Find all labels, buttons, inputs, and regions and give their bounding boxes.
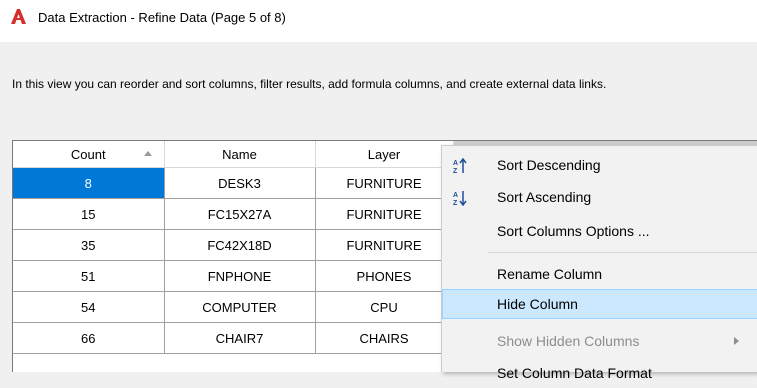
cell-name[interactable]: COMPUTER	[164, 291, 316, 323]
sort-ascending-icon: A Z	[453, 191, 467, 206]
table-row[interactable]: 8 DESK3 FURNITURE	[13, 167, 454, 199]
svg-text:Z: Z	[453, 200, 458, 206]
menu-item-sort-descending[interactable]: A Z Sort Descending	[442, 150, 757, 180]
menu-item-set-column-data-format[interactable]: Set Column Data Format	[442, 358, 757, 388]
table-row[interactable]: 54 COMPUTER CPU	[13, 291, 454, 323]
sort-ascending-indicator-icon	[143, 151, 152, 156]
cell-layer[interactable]: CHAIRS	[315, 322, 454, 354]
window-title: Data Extraction - Refine Data (Page 5 of…	[38, 10, 286, 25]
column-context-menu: A Z Sort Descending A Z Sort Ascending S…	[441, 145, 757, 381]
menu-item-show-hidden-columns: Show Hidden Columns	[442, 326, 757, 356]
svg-text:Z: Z	[453, 168, 458, 174]
column-header-layer[interactable]: Layer	[315, 141, 454, 168]
menu-item-hide-column[interactable]: Hide Column	[442, 289, 757, 319]
menu-separator	[488, 252, 757, 253]
column-header-name[interactable]: Name	[164, 141, 316, 168]
cell-count[interactable]: 15	[13, 198, 165, 230]
cell-count[interactable]: 8	[13, 167, 165, 199]
cell-layer[interactable]: FURNITURE	[315, 229, 454, 261]
menu-item-rename-column[interactable]: Rename Column	[442, 259, 757, 289]
menu-item-sort-ascending[interactable]: A Z Sort Ascending	[442, 182, 757, 212]
table-row[interactable]: 51 FNPHONE PHONES	[13, 260, 454, 292]
table-row[interactable]: 35 FC42X18D FURNITURE	[13, 229, 454, 261]
svg-text:A: A	[453, 192, 458, 199]
cell-layer[interactable]: FURNITURE	[315, 198, 454, 230]
data-table: Count Name Layer 8 DESK3 FURNITURE 15 FC…	[13, 141, 454, 354]
sort-descending-icon: A Z	[453, 158, 467, 174]
cell-count[interactable]: 54	[13, 291, 165, 323]
cell-name[interactable]: FC42X18D	[164, 229, 316, 261]
cell-layer[interactable]: CPU	[315, 291, 454, 323]
cell-layer[interactable]: PHONES	[315, 260, 454, 292]
autocad-logo-icon	[11, 9, 26, 24]
table-row[interactable]: 15 FC15X27A FURNITURE	[13, 198, 454, 230]
cell-name[interactable]: FNPHONE	[164, 260, 316, 292]
table-row[interactable]: 66 CHAIR7 CHAIRS	[13, 322, 454, 354]
page-description: In this view you can reorder and sort co…	[12, 77, 607, 91]
cell-name[interactable]: FC15X27A	[164, 198, 316, 230]
cell-count[interactable]: 66	[13, 322, 165, 354]
title-bar: Data Extraction - Refine Data (Page 5 of…	[0, 0, 757, 42]
cell-count[interactable]: 35	[13, 229, 165, 261]
menu-item-sort-columns-options[interactable]: Sort Columns Options ...	[442, 216, 757, 246]
column-header-count[interactable]: Count	[13, 141, 165, 168]
cell-name[interactable]: DESK3	[164, 167, 316, 199]
cell-count[interactable]: 51	[13, 260, 165, 292]
submenu-arrow-icon	[734, 337, 739, 345]
cell-name[interactable]: CHAIR7	[164, 322, 316, 354]
table-header-row: Count Name Layer	[13, 141, 454, 168]
svg-text:A: A	[453, 160, 458, 167]
cell-layer[interactable]: FURNITURE	[315, 167, 454, 199]
